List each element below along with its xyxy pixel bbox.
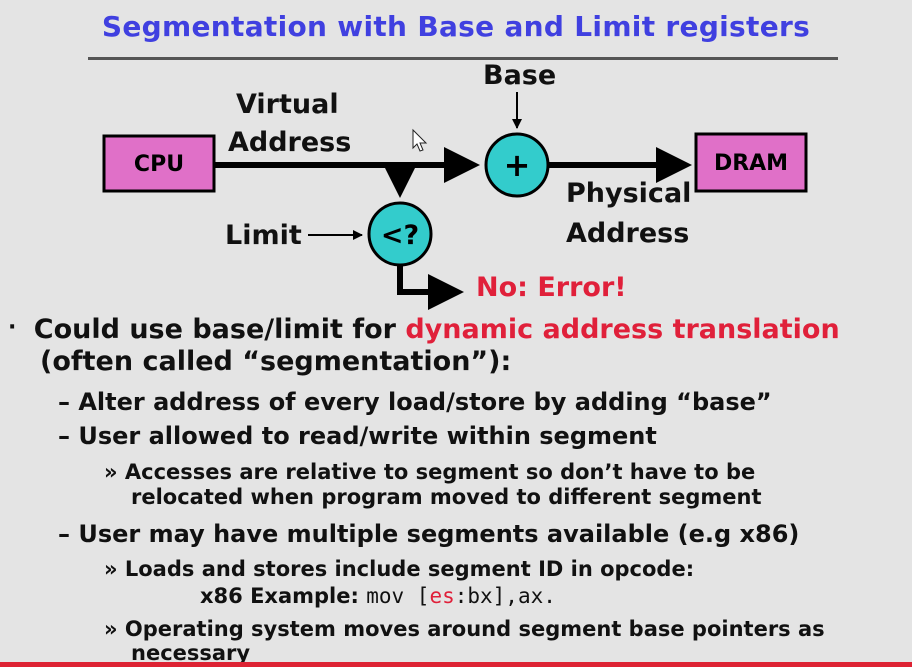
base-label: Base [483,60,557,91]
error-label: No: Error! [476,272,627,303]
bullet-main-line2: (often called “segmentation”): [40,346,512,377]
slide: Segmentation with Base and Limit registe… [0,0,912,667]
segment-register-highlight: es [429,584,455,608]
detail-relative-line1: » Accesses are relative to segment so do… [104,460,756,484]
sub-bullet-base: – Alter address of every load/store by a… [58,388,772,416]
physical-address-label-1: Physical [566,178,692,209]
virtual-address-label-1: Virtual [236,89,339,120]
virtual-address-label-2: Address [228,127,352,158]
bullet-dot: · [8,315,17,340]
adder-symbol: + [504,146,531,184]
error-arrow [397,264,464,310]
sub-bullet-multiple-segments: – User may have multiple segments availa… [58,520,800,548]
limit-label: Limit [225,220,302,251]
physical-address-label-2: Address [566,218,690,249]
address-translation-diagram: + <? CPU DRAM [102,92,808,310]
sub-bullet-read-write: – User allowed to read/write within segm… [58,422,657,450]
detail-opcode-example: x86 Example: mov [es:bx],ax. [200,584,556,608]
cpu-label: CPU [134,152,184,177]
detail-opcode-line1: » Loads and stores include segment ID in… [104,557,695,581]
dram-label: DRAM [714,151,788,176]
video-progress-bar[interactable] [0,662,912,667]
detail-os-line1: » Operating system moves around segment … [104,617,825,641]
mouse-cursor-icon [412,128,428,152]
compare-symbol: <? [381,220,419,251]
detail-relative-line2: relocated when program moved to differen… [131,485,762,509]
bullet-main-line1: · Could use base/limit for dynamic addre… [8,314,840,345]
dynamic-translation-highlight: dynamic address translation [405,314,840,345]
